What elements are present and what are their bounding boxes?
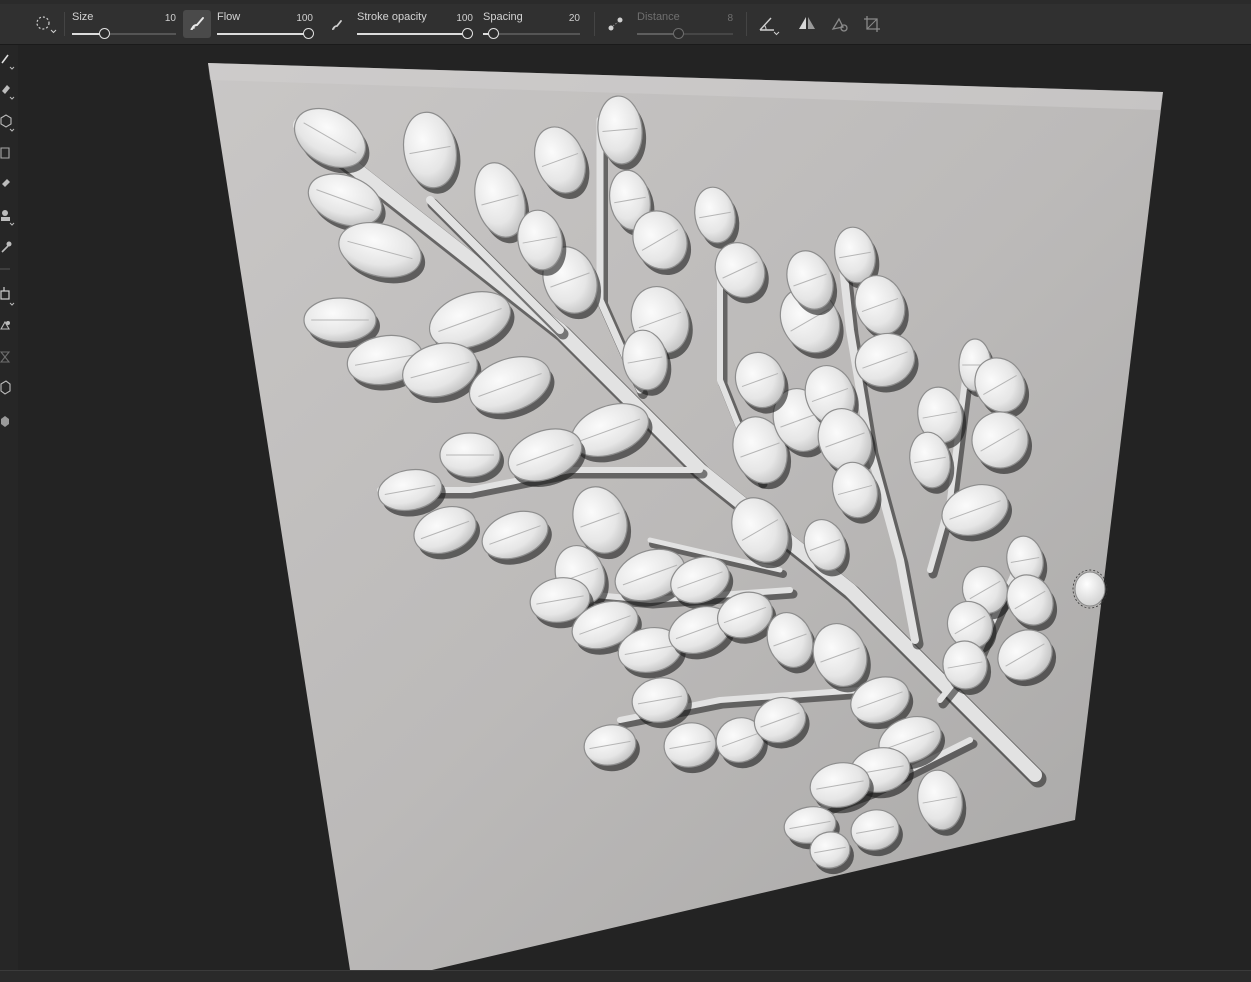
eyedropper-icon [1,241,12,253]
distance-value[interactable]: 8 [727,13,733,24]
crop-button[interactable] [860,10,884,38]
tool-divider [0,259,16,277]
viewport-3d[interactable] [18,45,1251,970]
status-bar [0,970,1251,982]
brush-icon [190,17,204,31]
paint-tool-button[interactable] [0,51,16,70]
mirror-icon [799,17,815,29]
physics-icon [831,17,848,32]
distance-slider[interactable]: Distance 8 [637,8,733,42]
flow-slider[interactable]: Flow 100 [217,8,314,42]
cube-icon [1,416,9,427]
smudge-tool-button[interactable] [0,175,16,193]
polygon-fill-tool-button[interactable] [0,145,16,163]
measure-tool-button[interactable] [0,349,16,367]
distance-knob[interactable] [673,28,684,39]
spacing-value[interactable]: 20 [569,13,580,24]
crop-icon [864,16,880,32]
stroke-opacity-knob[interactable] [462,28,473,39]
material-picker-button[interactable] [0,379,16,397]
viewport-scene[interactable] [18,45,1251,970]
geometry-tool-button[interactable] [0,413,16,431]
spacing-slider[interactable]: Spacing 20 [483,8,580,42]
flow-value[interactable]: 100 [296,13,313,24]
flow-brush-toggle[interactable] [183,10,211,38]
size-slider[interactable]: Size 10 [72,8,176,42]
brush-icon [332,20,342,30]
size-label: Size [72,11,94,23]
stroke-opacity-slider[interactable]: Stroke opacity 100 [357,8,473,42]
flow-fill [217,33,309,35]
physics-button[interactable] [828,10,852,38]
eraser-tool-button[interactable] [0,81,16,100]
transform-icon [0,287,15,306]
transform-tool-button[interactable] [0,285,16,306]
stroke-opacity-value[interactable]: 100 [456,13,473,24]
size-knob[interactable] [99,28,110,39]
cube-icon [0,114,15,132]
color-picker-tool-button[interactable] [0,239,16,257]
box-icon [0,380,11,395]
symmetry-button[interactable] [795,10,819,38]
flow-knob[interactable] [303,28,314,39]
dotted-circle-icon [36,16,57,34]
stroke-opacity-label: Stroke opacity [357,11,427,23]
spacing-knob[interactable] [488,28,499,39]
size-value[interactable]: 10 [165,13,176,24]
smudge-icon [2,179,10,187]
polygon-fill-icon [0,147,10,159]
hourglass-icon [0,351,11,363]
angle-icon [759,17,780,36]
brush-preset-button[interactable] [30,10,60,38]
flow-label: Flow [217,11,241,23]
toolbar-separator [746,12,747,36]
lazy-mouse-toggle[interactable] [604,10,628,38]
clone-tool-button[interactable] [0,207,16,226]
brush-icon [1,54,15,70]
distance-fill [637,33,678,35]
stroke-opacity-brush-toggle[interactable] [325,10,349,38]
left-toolbar [0,45,18,975]
toolbar-separator [64,12,65,36]
alignment-button[interactable] [755,10,783,38]
stroke-opacity-fill [357,33,468,35]
distance-label: Distance [637,11,680,23]
dots-path-icon [608,17,623,31]
toolbar-separator [594,12,595,36]
bake-icon [0,320,10,330]
bake-tool-button[interactable] [0,317,16,335]
stamp-icon [1,210,15,226]
spacing-label: Spacing [483,11,523,23]
eraser-icon [2,85,15,100]
projection-tool-button[interactable] [0,113,16,132]
tool-properties-bar: Size 10 Flow 100 Stroke opacity 100 Spac… [0,4,1251,45]
